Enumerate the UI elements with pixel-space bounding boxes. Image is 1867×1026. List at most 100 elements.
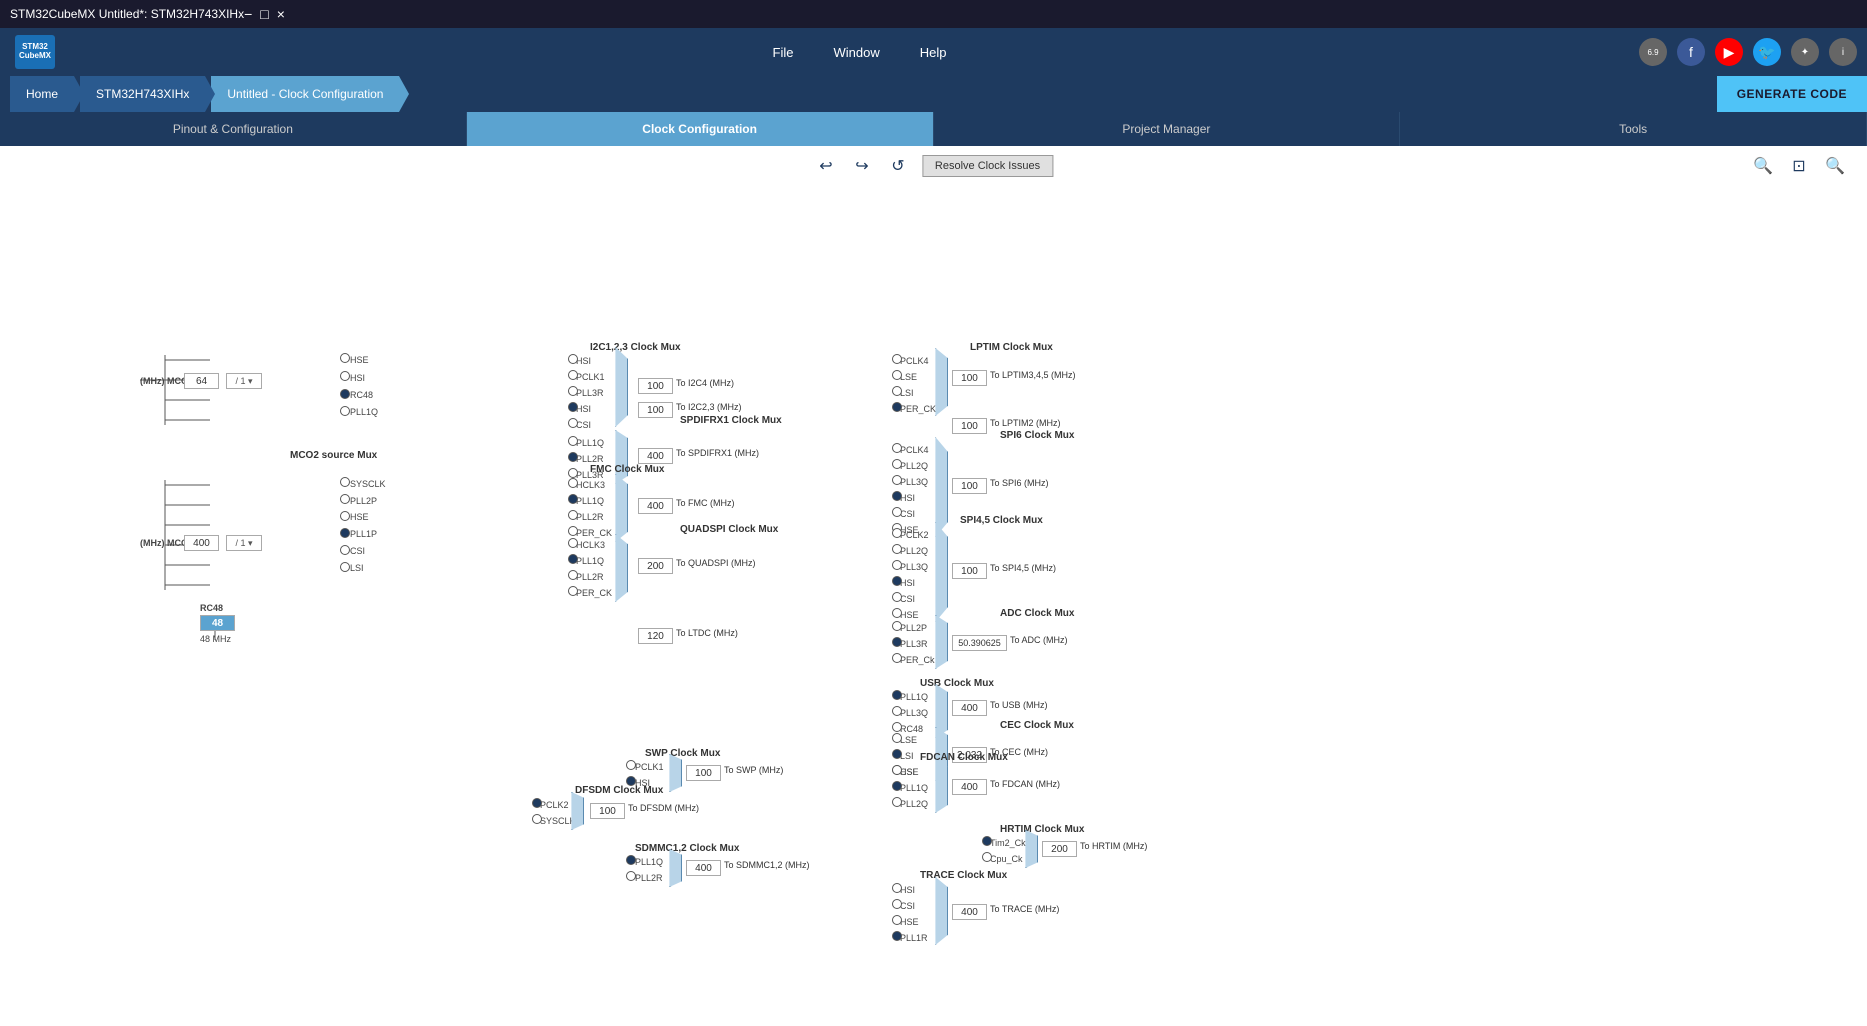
radio-spi45-hsi[interactable] bbox=[892, 576, 902, 586]
facebook-icon[interactable]: f bbox=[1677, 38, 1705, 66]
breadcrumb-home[interactable]: Home bbox=[10, 76, 74, 112]
zoom-fit-button[interactable]: ⊡ bbox=[1787, 154, 1811, 178]
radio-cec-lse[interactable] bbox=[892, 733, 902, 743]
mco2-divider[interactable]: / 1 ▾ bbox=[226, 535, 262, 551]
radio-hse-2[interactable] bbox=[340, 511, 350, 521]
radio-adc-pll3r[interactable] bbox=[892, 637, 902, 647]
radio-qspi-hclk3[interactable] bbox=[568, 538, 578, 548]
radio-spdi-pll2r[interactable] bbox=[568, 452, 578, 462]
to-trace-val[interactable]: 400 bbox=[952, 904, 987, 920]
to-usb-val[interactable]: 400 bbox=[952, 700, 987, 716]
to-spi45-val[interactable]: 100 bbox=[952, 563, 987, 579]
radio-usb-pll1q[interactable] bbox=[892, 690, 902, 700]
twitter-icon[interactable]: 🐦 bbox=[1753, 38, 1781, 66]
radio-i2c-pll3r[interactable] bbox=[568, 386, 578, 396]
to-fdcan-val[interactable]: 400 bbox=[952, 779, 987, 795]
minimize-btn[interactable]: − bbox=[244, 6, 252, 22]
to-i2c23-val[interactable]: 100 bbox=[638, 402, 673, 418]
radio-i2c-csi[interactable] bbox=[568, 418, 578, 428]
to-ltdc-val[interactable]: 120 bbox=[638, 628, 673, 644]
tab-project[interactable]: Project Manager bbox=[934, 112, 1401, 146]
radio-spi6-hsi[interactable] bbox=[892, 491, 902, 501]
radio-spi6-pll3q[interactable] bbox=[892, 475, 902, 485]
radio-spi6-csi[interactable] bbox=[892, 507, 902, 517]
resolve-clock-button[interactable]: Resolve Clock Issues bbox=[922, 155, 1053, 177]
zoom-out-button[interactable]: 🔍 bbox=[1823, 154, 1847, 178]
radio-spi45-pll3q[interactable] bbox=[892, 560, 902, 570]
radio-fdcan-hse[interactable] bbox=[892, 765, 902, 775]
radio-fdcan-pll2q[interactable] bbox=[892, 797, 902, 807]
to-lptim45-val[interactable]: 100 bbox=[952, 370, 987, 386]
radio-dfsdm-sysclk[interactable] bbox=[532, 814, 542, 824]
radio-i2c-hsi[interactable] bbox=[568, 354, 578, 364]
radio-trace-pll1r[interactable] bbox=[892, 931, 902, 941]
radio-sdmmc-pll1q[interactable] bbox=[626, 855, 636, 865]
zoom-in-button[interactable]: 🔍 bbox=[1751, 154, 1775, 178]
to-spdifrx1-val[interactable]: 400 bbox=[638, 448, 673, 464]
undo-button[interactable]: ↩ bbox=[814, 154, 838, 178]
radio-trace-hsi[interactable] bbox=[892, 883, 902, 893]
to-fmc-val[interactable]: 400 bbox=[638, 498, 673, 514]
radio-spi6-pclk4[interactable] bbox=[892, 443, 902, 453]
radio-trace-hse[interactable] bbox=[892, 915, 902, 925]
radio-i2c-pclk1[interactable] bbox=[568, 370, 578, 380]
radio-hrtim-tim2[interactable] bbox=[982, 836, 992, 846]
radio-sysclk[interactable] bbox=[340, 477, 350, 487]
radio-hse-1[interactable] bbox=[340, 353, 350, 363]
radio-adc-per[interactable] bbox=[892, 653, 902, 663]
to-hrtim-val[interactable]: 200 bbox=[1042, 841, 1077, 857]
to-quadspi-val[interactable]: 200 bbox=[638, 558, 673, 574]
radio-qspi-pll2r[interactable] bbox=[568, 570, 578, 580]
radio-spdi-pll3r[interactable] bbox=[568, 468, 578, 478]
radio-sdmmc-pll2r[interactable] bbox=[626, 871, 636, 881]
mco1-value[interactable]: 64 bbox=[184, 373, 219, 389]
radio-dfsdm-pclk2[interactable] bbox=[532, 798, 542, 808]
breadcrumb-active[interactable]: Untitled - Clock Configuration bbox=[211, 76, 399, 112]
menu-window[interactable]: Window bbox=[833, 45, 879, 60]
maximize-btn[interactable]: □ bbox=[260, 6, 268, 22]
radio-fdcan-pll1q[interactable] bbox=[892, 781, 902, 791]
radio-rc48-1[interactable] bbox=[340, 389, 350, 399]
radio-swp-pclk1[interactable] bbox=[626, 760, 636, 770]
radio-qspi-pll1q[interactable] bbox=[568, 554, 578, 564]
mco2-value[interactable]: 400 bbox=[184, 535, 219, 551]
radio-lptim-per[interactable] bbox=[892, 402, 902, 412]
radio-cec-lsi[interactable] bbox=[892, 749, 902, 759]
window-controls[interactable]: − □ × bbox=[244, 6, 285, 22]
tab-clock[interactable]: Clock Configuration bbox=[467, 112, 934, 146]
radio-fmc-pll1q[interactable] bbox=[568, 494, 578, 504]
radio-hsi-1[interactable] bbox=[340, 371, 350, 381]
radio-fmc-per[interactable] bbox=[568, 526, 578, 536]
breadcrumb-device[interactable]: STM32H743XIHx bbox=[80, 76, 205, 112]
mco1-divider[interactable]: / 1 ▾ bbox=[226, 373, 262, 389]
radio-fmc-pll2r[interactable] bbox=[568, 510, 578, 520]
radio-spi45-csi[interactable] bbox=[892, 592, 902, 602]
menu-file[interactable]: File bbox=[773, 45, 794, 60]
radio-lptim-pclk4[interactable] bbox=[892, 354, 902, 364]
radio-adc-pll2p[interactable] bbox=[892, 621, 902, 631]
to-adc-val[interactable]: 50.390625 bbox=[952, 635, 1007, 651]
radio-hrtim-cpu[interactable] bbox=[982, 852, 992, 862]
to-spi6-val[interactable]: 100 bbox=[952, 478, 987, 494]
radio-spi6-pll2q[interactable] bbox=[892, 459, 902, 469]
to-sdmmc-val[interactable]: 400 bbox=[686, 860, 721, 876]
extra-icon[interactable]: i bbox=[1829, 38, 1857, 66]
radio-lsi[interactable] bbox=[340, 562, 350, 572]
generate-code-button[interactable]: GENERATE CODE bbox=[1717, 76, 1867, 112]
radio-pll1q-1[interactable] bbox=[340, 406, 350, 416]
to-swp-val[interactable]: 100 bbox=[686, 765, 721, 781]
radio-i2c-hsi2[interactable] bbox=[568, 402, 578, 412]
radio-spi45-hse[interactable] bbox=[892, 608, 902, 618]
radio-lptim-lsi[interactable] bbox=[892, 386, 902, 396]
refresh-button[interactable]: ↺ bbox=[886, 154, 910, 178]
close-btn[interactable]: × bbox=[277, 6, 285, 22]
radio-qspi-per[interactable] bbox=[568, 586, 578, 596]
radio-trace-csi[interactable] bbox=[892, 899, 902, 909]
radio-pll1p[interactable] bbox=[340, 528, 350, 538]
radio-csi[interactable] bbox=[340, 545, 350, 555]
radio-spi45-pll2q[interactable] bbox=[892, 544, 902, 554]
redo-button[interactable]: ↪ bbox=[850, 154, 874, 178]
youtube-icon[interactable]: ▶ bbox=[1715, 38, 1743, 66]
to-lptim2-val[interactable]: 100 bbox=[952, 418, 987, 434]
radio-spi45-pclk2[interactable] bbox=[892, 528, 902, 538]
